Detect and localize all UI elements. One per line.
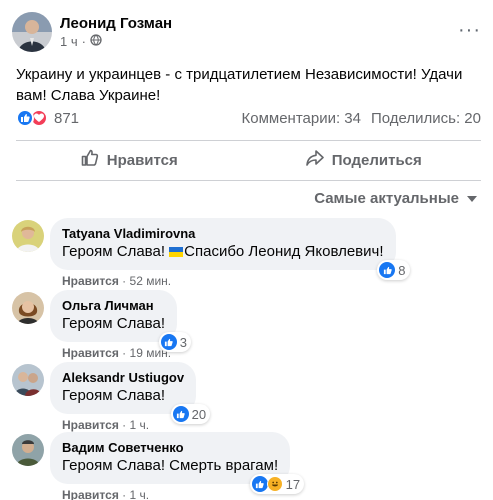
comment-like-link[interactable]: Нравится	[62, 274, 119, 288]
thumbs-up-icon	[81, 149, 99, 171]
commenter-avatar[interactable]	[12, 220, 44, 252]
comment-text-part: Героям Слава!	[62, 243, 170, 260]
divider	[16, 140, 481, 141]
post-text: Украину и украинцев - с тридцатилетием Н…	[16, 66, 463, 104]
comment-meta: Нравится · 52 мин.	[62, 273, 396, 289]
comment-text-part: Спасибо Леонид Яковлевич!	[184, 243, 384, 260]
more-options-icon[interactable]: ···	[458, 20, 481, 40]
comment-reactions[interactable]: 17	[249, 474, 305, 494]
comment-reaction-count: 17	[285, 476, 301, 492]
like-reaction-icon	[251, 476, 268, 492]
comment-like-link[interactable]: Нравится	[62, 418, 119, 432]
commenter-name[interactable]: Вадим Советченко	[62, 440, 278, 456]
commenter-avatar[interactable]	[12, 434, 44, 466]
comment-reaction-count: 3	[179, 334, 187, 350]
commenter-name[interactable]: Tatyana Vladimirovna	[62, 226, 384, 242]
commenter-avatar[interactable]	[12, 292, 44, 324]
like-reaction-icon	[379, 262, 396, 278]
comment-reactions[interactable]: 20	[170, 404, 211, 424]
divider	[16, 180, 481, 181]
comment-time[interactable]: 52 мин.	[130, 274, 172, 288]
comment: Aleksandr Ustiugov Героям Слава! 20 Нрав…	[12, 362, 211, 433]
haha-reaction-icon	[266, 476, 283, 492]
like-reaction-icon	[172, 406, 189, 422]
comment-text: Героям Слава!	[62, 315, 165, 332]
post-author[interactable]: Леонид Гозман	[60, 14, 172, 33]
share-button-label: Поделиться	[331, 151, 422, 169]
post-time[interactable]: 1 ч	[60, 33, 78, 50]
like-button[interactable]: Нравится	[12, 143, 247, 177]
reaction-icons[interactable]	[16, 109, 48, 127]
ukraine-flag-icon	[169, 247, 184, 257]
comment-reaction-count: 20	[191, 406, 207, 422]
meta-separator: ·	[122, 274, 127, 288]
comment-time[interactable]: 1 ч.	[130, 488, 150, 500]
shares-count[interactable]: Поделились: 20	[371, 110, 481, 127]
commenter-name[interactable]: Aleksandr Ustiugov	[62, 370, 184, 386]
comment-time[interactable]: 1 ч.	[130, 418, 150, 432]
post-stats: 871 Комментарии: 34 Поделились: 20	[16, 108, 481, 128]
comment-bubble: Tatyana Vladimirovna Героям Слава! Спаси…	[50, 218, 410, 280]
like-reaction-icon	[160, 334, 177, 350]
comment-bubble: Ольга Личман Героям Слава! 3	[50, 290, 191, 352]
comment: Tatyana Vladimirovna Героям Слава! Спаси…	[12, 218, 410, 289]
comment-like-link[interactable]: Нравится	[62, 488, 119, 500]
post-actions: Нравится Поделиться	[12, 143, 481, 177]
share-arrow-icon	[305, 149, 324, 171]
comment-like-link[interactable]: Нравится	[62, 346, 119, 360]
comment-bubble: Aleksandr Ustiugov Героям Слава! 20	[50, 362, 211, 424]
post-header: Леонид Гозман 1 ч · ···	[12, 12, 481, 52]
reaction-count[interactable]: 871	[54, 110, 79, 127]
comment-reactions[interactable]: 3	[158, 332, 191, 352]
comment-text: Героям Слава!	[62, 387, 165, 404]
comment-reactions[interactable]: 8	[377, 260, 410, 280]
commenter-name[interactable]: Ольга Личман	[62, 298, 165, 314]
caret-down-icon	[467, 190, 477, 207]
meta-separator: ·	[122, 488, 127, 500]
comment-bubble: Вадим Советченко Героям Слава! Смерть вр…	[50, 432, 305, 494]
globe-icon	[90, 33, 102, 50]
meta-separator: ·	[122, 346, 127, 360]
comment-sort-dropdown[interactable]: Самые актуальные	[314, 190, 477, 207]
author-avatar[interactable]	[12, 12, 52, 52]
meta-separator: ·	[122, 418, 127, 432]
post-meta: 1 ч ·	[60, 33, 172, 50]
comment-text: Героям Слава! Смерть врагам!	[62, 457, 279, 474]
meta-separator: ·	[81, 34, 86, 49]
like-button-label: Нравится	[106, 151, 178, 169]
like-reaction-icon	[16, 109, 34, 127]
comment-reaction-count: 8	[398, 262, 406, 278]
share-button[interactable]: Поделиться	[247, 143, 482, 177]
comment-text: Героям Слава! Спасибо Леонид Яковлевич!	[62, 242, 384, 262]
commenter-avatar[interactable]	[12, 364, 44, 396]
sort-label: Самые актуальные	[314, 190, 459, 207]
comment: Ольга Личман Героям Слава! 3 Нравится · …	[12, 290, 191, 361]
comment: Вадим Советченко Героям Слава! Смерть вр…	[12, 432, 305, 500]
comments-count[interactable]: Комментарии: 34	[242, 110, 362, 127]
